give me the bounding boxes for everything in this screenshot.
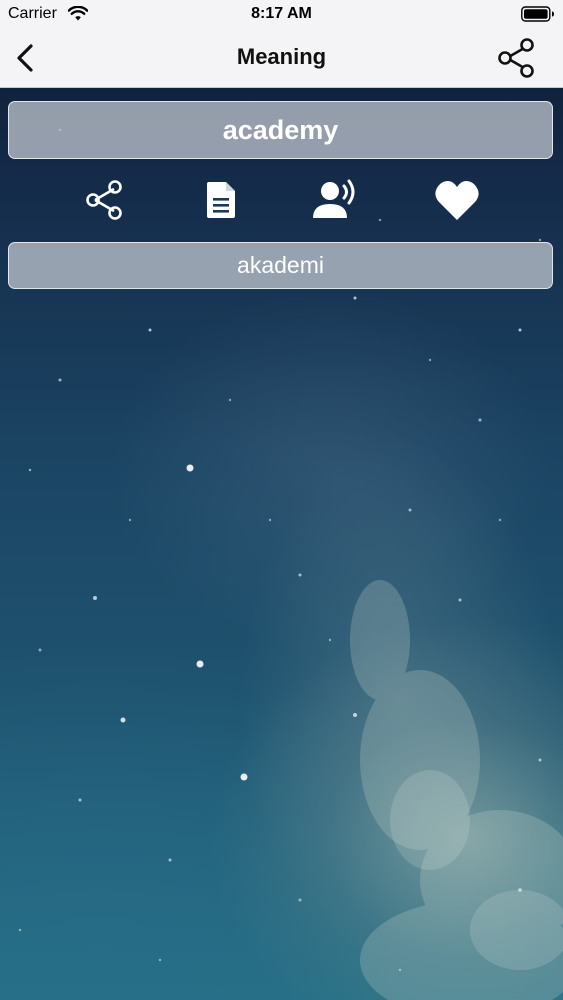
favorite-button[interactable] xyxy=(427,174,487,230)
back-button[interactable] xyxy=(10,42,42,74)
share-button[interactable] xyxy=(495,36,539,80)
document-icon xyxy=(207,182,235,218)
pronounce-button[interactable] xyxy=(308,174,368,230)
word-box: academy xyxy=(8,101,553,159)
share-icon xyxy=(86,180,122,220)
status-bar: Carrier 8:17 AM xyxy=(0,0,563,30)
share-word-button[interactable] xyxy=(75,174,135,230)
actions-row xyxy=(0,174,563,230)
copy-document-button[interactable] xyxy=(192,174,252,230)
heart-icon xyxy=(435,181,479,220)
navigation-bar: Meaning xyxy=(0,30,563,88)
page-title: Meaning xyxy=(236,44,327,69)
meaning-box: akademi xyxy=(8,242,553,289)
battery-icon xyxy=(521,6,555,27)
share-icon xyxy=(498,38,534,78)
meaning-screen: Carrier 8:17 AM Meaning academy akademi xyxy=(0,0,563,1000)
chevron-left-icon xyxy=(17,44,33,72)
speaker-voice-icon xyxy=(313,179,355,218)
status-time: 8:17 AM xyxy=(251,5,312,22)
